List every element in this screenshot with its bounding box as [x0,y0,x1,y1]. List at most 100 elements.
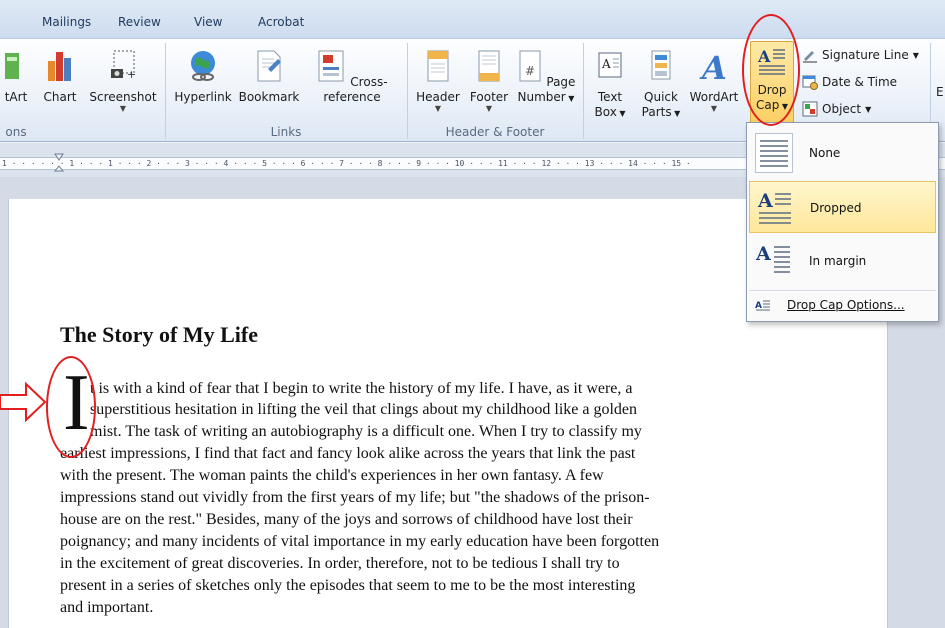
wordart-label: WordArt [689,90,739,104]
svg-text:A: A [699,49,727,83]
drop-cap-dropped-icon: A [757,190,791,224]
group-separator [407,43,408,139]
drop-cap-none-icon [755,133,793,173]
drop-cap-menu: None A Dropped A In margin A Drop Cap Op… [746,122,939,322]
bookmark-icon [257,50,281,82]
paragraph-line: superstitious hesitation in lifting the … [90,401,638,418]
svg-text:+: + [127,68,136,81]
menu-item-dropped-label: Dropped [810,201,862,215]
quick-parts-icon [651,50,671,80]
menu-item-in-margin[interactable]: A In margin [749,235,936,287]
text-box-button[interactable]: A Text Box ▼ [588,49,632,121]
page-number-button[interactable]: # Page Number ▼ [516,49,576,106]
chart-label: Chart [43,90,77,104]
footer-label: Footer [469,90,509,104]
chart-button[interactable]: Chart [40,49,80,105]
group-label-illustrations: ons [5,125,27,139]
annotation-circle-drop-cap [742,14,800,126]
menu-item-none-label: None [809,146,841,160]
paragraph-line: earliest impressions, I find that fact a… [60,445,636,462]
menu-divider [749,290,936,291]
signature-pen-icon [803,51,817,63]
svg-text:A: A [757,190,773,212]
signature-line-label: Signature Line [822,48,909,62]
wordart-icon: A [699,49,727,87]
smartart-label: tArt [4,90,28,104]
smartart-icon [5,53,19,79]
page-number-label-line1: Page [546,75,576,89]
tab-mailings[interactable]: Mailings [42,15,91,29]
group-separator [165,43,166,139]
chevron-down-icon: ▼ [485,104,493,113]
smartart-button[interactable]: tArt [0,49,32,105]
paragraph-line: t is with a kind of fear that I begin to… [90,380,633,397]
drop-cap-in-margin-icon: A [755,243,790,273]
text-box-icon: A [598,52,622,78]
tab-acrobat[interactable]: Acrobat [258,15,304,29]
paragraph-line: poignancy; and many incidents of vital i… [60,533,660,550]
chart-icon [48,52,71,81]
chevron-down-icon: ▼ [119,104,127,113]
header-button[interactable]: Header ▼ [412,49,464,113]
paragraph-line: house are on the rest." Besides, many of… [60,511,633,528]
menu-item-none[interactable]: None [749,127,936,179]
page-number-label-line2: Number [517,90,566,104]
footer-button[interactable]: Footer ▼ [464,49,514,113]
drop-cap-options-icon: A [755,300,770,311]
globe-link-icon [191,51,215,81]
indent-marker-icon[interactable] [54,153,64,175]
screenshot-icon: + [111,50,136,81]
annotation-circle-drop-letter [46,356,96,458]
wordart-button[interactable]: A WordArt ▼ [688,49,740,113]
tab-view[interactable]: View [194,15,222,29]
bookmark-button[interactable]: Bookmark [238,49,300,105]
screenshot-label: Screenshot [89,90,157,104]
object-label: Object [822,102,862,116]
paragraph-line: and important. [60,599,154,616]
hyperlink-label: Hyperlink [174,90,232,104]
object-icon [802,101,818,117]
group-label-header-footer: Header & Footer [445,125,545,139]
group-label-links: Links [270,125,302,139]
paragraph-line: impressions stand out vividly from the f… [60,489,650,506]
quick-parts-label-line2: Parts [641,105,672,119]
signature-line-button[interactable]: Signature Line ▼ [802,47,919,63]
group-separator [583,43,584,139]
menu-item-in-margin-label: In margin [809,254,867,268]
paragraph-line: present in a series of sketches only the… [60,577,636,594]
chevron-down-icon: ▼ [912,50,919,60]
paragraph-line: mist. The task of writing an autobiograp… [90,423,642,440]
chevron-down-icon: ▼ [434,104,442,113]
object-button[interactable]: Object ▼ [802,101,871,117]
svg-text:#: # [525,64,535,78]
next-group-button[interactable]: E [936,85,945,100]
text-box-label-line1: Text [597,90,623,104]
document-title: The Story of My Life [60,322,258,347]
paragraph-line: in the excitement of great discoveries. … [60,555,620,572]
chevron-down-icon: ▼ [710,104,718,113]
quick-parts-button[interactable]: Quick Parts ▼ [636,49,686,121]
header-icon [427,50,449,82]
tab-review[interactable]: Review [118,15,161,29]
quick-parts-label-line1: Quick [644,90,678,104]
date-time-label: Date & Time [822,75,898,89]
date-time-button[interactable]: Date & Time [802,74,897,90]
hyperlink-button[interactable]: Hyperlink [170,49,236,105]
footer-icon [478,50,500,82]
menu-item-dropped[interactable]: A Dropped [749,181,936,233]
cross-reference-icon [318,50,344,82]
svg-text:A: A [755,243,771,265]
chevron-down-icon: ▼ [865,104,872,114]
calendar-clock-icon [802,75,818,90]
cross-reference-button[interactable]: Cross-reference [302,49,402,105]
page-number-icon: # [519,50,541,82]
annotation-arrow-icon [0,381,47,423]
menu-item-drop-cap-options[interactable]: Drop Cap Options... [787,298,905,312]
paragraph-line: with the present. The woman paints the c… [60,467,604,484]
text-box-label-line2: Box [594,105,617,119]
ribbon-tab-strip: Mailings Review View Acrobat [0,0,945,38]
screenshot-button[interactable]: + Screenshot ▼ [86,49,160,113]
svg-text:A: A [601,57,611,71]
header-label: Header [416,90,460,104]
bookmark-label: Bookmark [238,90,300,104]
